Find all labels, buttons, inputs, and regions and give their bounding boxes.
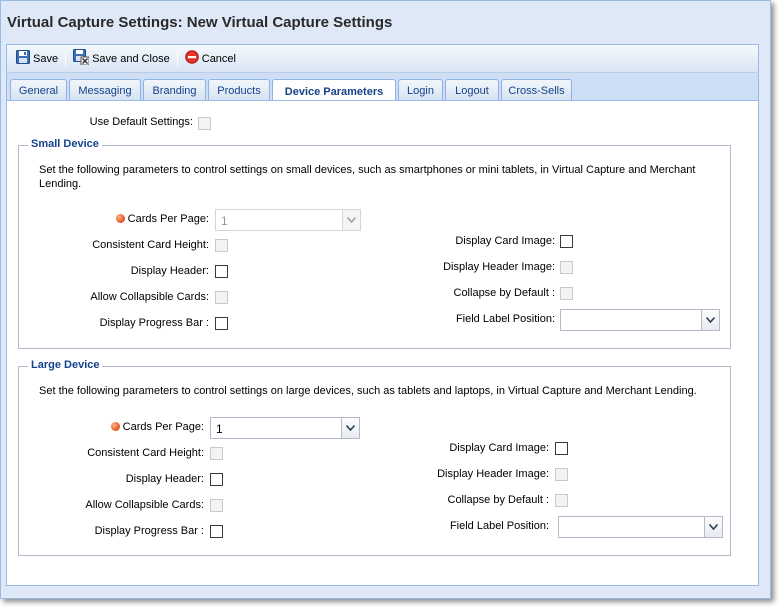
use-default-settings-label: Use Default Settings: [89,116,193,128]
small-consistent-card-height-checkbox[interactable] [215,239,228,252]
small-allow-collapsible-label: Allow Collapsible Cards: [90,291,209,303]
floppy-disk-icon [16,50,30,67]
small-field-label-position-combo[interactable] [560,309,720,331]
toolbar-separator [65,50,67,67]
large-collapse-default-label: Collapse by Default : [447,494,550,506]
large-cards-per-page-combo[interactable]: 1 [210,417,360,439]
large-consistent-card-height-checkbox[interactable] [210,447,223,460]
small-device-description: Set the following parameters to control … [39,164,696,190]
large-cards-per-page-label: Cards Per Page: [74,421,204,433]
large-consistent-card-height-label: Consistent Card Height: [87,447,204,459]
large-display-header-checkbox[interactable] [210,473,223,486]
large-device-fieldset: Large Device Set the following parameter… [18,359,731,556]
large-display-progress-checkbox[interactable] [210,525,223,538]
toolbar: Save Save and Close Cancel [6,44,759,72]
tab-messaging[interactable]: Messaging [69,79,141,102]
small-collapse-default-checkbox[interactable] [560,287,573,300]
use-default-settings-checkbox[interactable] [198,117,211,130]
small-display-header-checkbox[interactable] [215,265,228,278]
large-device-legend: Large Device [28,359,103,371]
small-cards-per-page-value: 1 [221,214,228,228]
tab-cross-sells[interactable]: Cross-Sells [501,79,572,102]
small-device-fieldset: Small Device Set the following parameter… [18,138,731,349]
floppy-disk-close-icon [73,49,90,68]
large-allow-collapsible-label: Allow Collapsible Cards: [85,499,204,511]
large-collapse-default-checkbox[interactable] [555,494,568,507]
chevron-down-icon[interactable] [341,418,359,438]
large-display-header-image-checkbox[interactable] [555,468,568,481]
small-cards-per-page-combo[interactable]: 1 [215,209,361,231]
large-display-progress-label: Display Progress Bar : [94,525,204,537]
toolbar-separator [176,50,178,67]
chevron-down-icon[interactable] [342,210,360,230]
large-cards-per-page-value: 1 [216,422,223,436]
large-device-description: Set the following parameters to control … [39,385,697,397]
small-cards-per-page-label: Cards Per Page: [79,213,209,225]
small-allow-collapsible-checkbox[interactable] [215,291,228,304]
cancel-button[interactable]: Cancel [181,48,240,70]
large-field-label-position-label: Field Label Position: [449,520,549,532]
small-device-legend: Small Device [28,138,102,150]
save-and-close-label: Save and Close [92,52,170,65]
device-parameters-panel: Use Default Settings: Small Device Set t… [6,100,759,586]
small-collapse-default-label: Collapse by Default : [453,287,556,299]
save-button[interactable]: Save [12,48,62,70]
small-display-header-image-checkbox[interactable] [560,261,573,274]
cancel-label: Cancel [201,52,236,65]
tab-login[interactable]: Login [398,79,443,102]
large-display-header-label: Display Header: [125,473,204,485]
small-display-progress-label: Display Progress Bar : [99,317,209,329]
window-title: Virtual Capture Settings: New Virtual Ca… [7,14,393,31]
chevron-down-icon[interactable] [701,310,719,330]
small-consistent-card-height-label: Consistent Card Height: [92,239,209,251]
large-field-label-position-combo[interactable] [558,516,723,538]
small-display-card-image-checkbox[interactable] [560,235,573,248]
required-dot-icon [115,214,125,223]
tab-logout[interactable]: Logout [445,79,499,102]
small-display-header-label: Display Header: [130,265,209,277]
large-display-card-image-label: Display Card Image: [449,442,549,454]
tab-general[interactable]: General [10,79,67,102]
settings-window: Virtual Capture Settings: New Virtual Ca… [0,0,771,599]
tab-strip: General Messaging Branding Products Devi… [6,72,759,103]
small-display-card-image-label: Display Card Image: [455,235,555,247]
cancel-circle-icon [184,50,199,67]
small-field-label-position-label: Field Label Position: [455,313,555,325]
large-allow-collapsible-checkbox[interactable] [210,499,223,512]
required-dot-icon [110,422,120,431]
tab-branding[interactable]: Branding [143,79,206,102]
save-label: Save [33,52,59,65]
tab-products[interactable]: Products [208,79,270,102]
small-display-header-image-label: Display Header Image: [443,261,555,273]
save-and-close-button[interactable]: Save and Close [69,48,174,70]
small-display-progress-checkbox[interactable] [215,317,228,330]
chevron-down-icon[interactable] [704,517,722,537]
large-display-header-image-label: Display Header Image: [437,468,549,480]
large-display-card-image-checkbox[interactable] [555,442,568,455]
